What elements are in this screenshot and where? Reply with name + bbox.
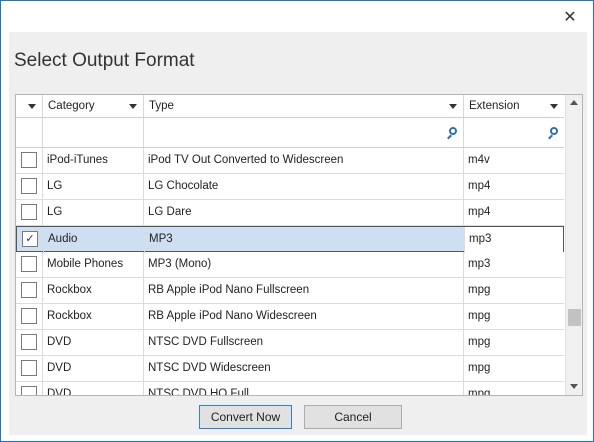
- table-row[interactable]: DVD NTSC DVD Fullscreen mpg: [16, 330, 564, 356]
- close-icon[interactable]: ✕: [561, 9, 579, 27]
- check-cell: [16, 278, 43, 304]
- extension-cell: m4v: [468, 154, 490, 166]
- table-row[interactable]: LG LG Chocolate mp4: [16, 174, 564, 200]
- category-cell: DVD: [43, 330, 144, 356]
- row-checkbox[interactable]: [21, 204, 37, 220]
- row-checkbox[interactable]: [21, 308, 37, 324]
- grid-header: Category Type Extension: [16, 95, 564, 118]
- dialog-title: Select Output Format: [14, 50, 195, 71]
- type-cell: LG Chocolate: [144, 174, 464, 200]
- row-checkbox[interactable]: [21, 282, 37, 298]
- extension-cell: mp4: [468, 180, 491, 192]
- column-header-extension-label: Extension: [469, 100, 520, 112]
- column-header-type[interactable]: Type: [144, 95, 464, 117]
- row-checkbox-checked[interactable]: ✓: [22, 231, 38, 247]
- extension-cell: mp3: [465, 227, 563, 253]
- column-header-extension[interactable]: Extension: [464, 95, 564, 117]
- filter-cell-extension[interactable]: [464, 118, 564, 147]
- type-cell: NTSC DVD Widescreen: [144, 356, 464, 382]
- check-cell: [16, 252, 43, 278]
- chevron-down-icon[interactable]: [129, 104, 137, 109]
- column-header-type-label: Type: [149, 100, 174, 112]
- table-row-selected[interactable]: ✓ Audio MP3 mp3: [16, 226, 564, 253]
- vertical-scrollbar[interactable]: [565, 95, 582, 395]
- type-cell: MP3: [145, 227, 465, 253]
- row-checkbox[interactable]: [21, 178, 37, 194]
- scroll-down-icon[interactable]: [570, 384, 578, 389]
- extension-cell: mp3: [468, 258, 491, 270]
- chevron-down-icon[interactable]: [28, 104, 36, 109]
- check-cell: [16, 382, 43, 395]
- filter-cell-check: [16, 118, 43, 147]
- category-cell: DVD: [43, 382, 144, 395]
- extension-cell: mpg: [468, 362, 491, 374]
- table-row[interactable]: Rockbox RB Apple iPod Nano Fullscreen mp…: [16, 278, 564, 304]
- grid-rows: iPod-iTunes iPod TV Out Converted to Wid…: [16, 148, 564, 395]
- table-row[interactable]: iPod-iTunes iPod TV Out Converted to Wid…: [16, 148, 564, 174]
- check-cell: [16, 200, 43, 226]
- row-checkbox[interactable]: [21, 256, 37, 272]
- category-cell: Mobile Phones: [43, 252, 144, 278]
- convert-now-button[interactable]: Convert Now: [199, 405, 292, 429]
- check-cell: ✓: [17, 227, 44, 253]
- dialog-panel: Select Output Format Category Type Exten…: [9, 32, 587, 435]
- check-cell: [16, 174, 43, 200]
- row-checkbox[interactable]: [21, 334, 37, 350]
- type-cell: NTSC DVD HQ Full: [144, 382, 464, 395]
- magnifier-icon[interactable]: [550, 127, 558, 135]
- chevron-down-icon[interactable]: [550, 104, 558, 109]
- scroll-thumb[interactable]: [568, 309, 581, 326]
- extension-cell: mpg: [468, 310, 491, 322]
- filter-cell-type[interactable]: [144, 118, 464, 147]
- dialog-window: ✕ Select Output Format Category Type Ext…: [0, 0, 594, 442]
- check-cell: [16, 148, 43, 174]
- category-cell: Rockbox: [43, 304, 144, 330]
- extension-cell: mp4: [468, 206, 491, 218]
- type-cell: LG Dare: [144, 200, 464, 226]
- row-checkbox[interactable]: [21, 386, 37, 395]
- column-header-category[interactable]: Category: [43, 95, 144, 117]
- filter-cell-category[interactable]: [43, 118, 144, 147]
- scroll-up-icon[interactable]: [570, 100, 578, 105]
- type-cell: RB Apple iPod Nano Widescreen: [144, 304, 464, 330]
- column-header-category-label: Category: [48, 100, 95, 112]
- cancel-button[interactable]: Cancel: [304, 405, 402, 429]
- table-row[interactable]: Mobile Phones MP3 (Mono) mp3: [16, 252, 564, 278]
- check-cell: [16, 304, 43, 330]
- row-checkbox[interactable]: [21, 152, 37, 168]
- type-cell: NTSC DVD Fullscreen: [144, 330, 464, 356]
- table-row[interactable]: DVD NTSC DVD Widescreen mpg: [16, 356, 564, 382]
- extension-cell: mpg: [468, 284, 491, 296]
- filter-row: [16, 118, 564, 148]
- extension-cell: mpg: [468, 336, 491, 348]
- format-grid: Category Type Extension iPod-iTunes iPod…: [15, 94, 583, 396]
- type-cell: RB Apple iPod Nano Fullscreen: [144, 278, 464, 304]
- chevron-down-icon[interactable]: [449, 104, 457, 109]
- type-cell: iPod TV Out Converted to Widescreen: [144, 148, 464, 174]
- table-row[interactable]: Rockbox RB Apple iPod Nano Widescreen mp…: [16, 304, 564, 330]
- category-cell: LG: [43, 174, 144, 200]
- category-cell: Audio: [44, 227, 145, 253]
- magnifier-icon[interactable]: [449, 127, 457, 135]
- category-cell: DVD: [43, 356, 144, 382]
- row-checkbox[interactable]: [21, 360, 37, 376]
- table-row[interactable]: LG LG Dare mp4: [16, 200, 564, 226]
- category-cell: Rockbox: [43, 278, 144, 304]
- category-cell: LG: [43, 200, 144, 226]
- table-row[interactable]: DVD NTSC DVD HQ Full mpg: [16, 382, 564, 395]
- check-cell: [16, 330, 43, 356]
- extension-cell: mpg: [468, 388, 491, 395]
- category-cell: iPod-iTunes: [43, 148, 144, 174]
- column-header-check[interactable]: [16, 95, 43, 117]
- check-cell: [16, 356, 43, 382]
- type-cell: MP3 (Mono): [144, 252, 464, 278]
